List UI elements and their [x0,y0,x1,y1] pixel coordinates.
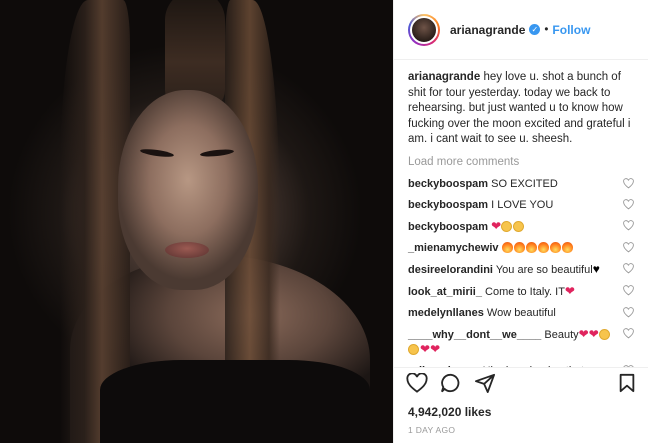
speech-bubble-icon [441,373,460,393]
comment-username[interactable]: beckyboospam [408,221,488,233]
verified-badge-icon: ✓ [529,24,541,35]
face-emoji-icon [598,328,610,340]
comment-row: beckyboospam ❤ [408,219,634,234]
comment-username[interactable]: ____why__dont__we____ [408,329,541,341]
comments-list[interactable]: arianagrande hey love u. shot a bunch of… [394,60,648,367]
red-heart-emoji-icon: ❤ [491,218,502,233]
red-heart-emoji-icon: ❤ [420,341,431,356]
comment-username[interactable]: look_at_mirii_ [408,286,482,298]
post-header: arianagrande ✓ • Follow [394,0,648,60]
fire-emoji-icon [561,241,573,253]
comment-text: I LOVE YOU [491,198,554,211]
face-emoji-icon [501,220,513,232]
bookmark-icon [619,373,635,393]
instagram-post: arianagrande ✓ • Follow arianagrande hey… [0,0,648,443]
face-emoji-icon [513,220,525,232]
comment-row: ____why__dont__we____ Beauty❤❤❤❤ [408,327,634,357]
comment-text: Wow beautiful [486,306,556,319]
comment-row: look_at_mirii_ Come to Italy. IT❤ [408,284,634,299]
comment-username[interactable]: medelynllanes [408,307,484,319]
photo-lips [165,242,209,258]
photo-top [100,360,370,443]
comment-like-heart-icon[interactable] [623,327,634,339]
heart-outline-icon [406,372,428,393]
avatar-image [410,15,438,44]
comment-username[interactable]: orliemulacruz [408,365,480,368]
fire-emoji-icon [549,241,561,253]
separator-dot: • [544,23,549,36]
red-heart-emoji-icon: ❤ [564,283,575,298]
like-count[interactable]: 4,942,020 likes [394,401,648,423]
comment-text: Beauty [544,328,579,341]
load-more-comments-button[interactable]: Load more comments [408,156,634,168]
comment-row: beckyboospam SO EXCITED [408,177,634,191]
username[interactable]: arianagrande [450,23,525,37]
avatar[interactable] [408,13,440,46]
comment-like-heart-icon[interactable] [623,198,634,210]
fire-emoji-icon [525,241,537,253]
face-emoji-icon [408,343,419,355]
share-arrow-icon [474,373,495,393]
comment-text: Come to Italy. IT [485,285,565,298]
comment-like-heart-icon[interactable] [623,262,634,274]
comment-username[interactable]: beckyboospam [408,178,488,190]
comment-like-heart-icon[interactable] [623,284,634,296]
comment-text: Hi ariana hoping that [483,365,585,368]
fire-emoji-icon [537,241,549,253]
fire-emoji-icon [513,241,525,253]
comment-row: orliemulacruz Hi ariana hoping that [408,364,634,368]
comment-username[interactable]: desireelorandini [408,264,493,276]
comment-like-heart-icon[interactable] [623,177,634,189]
save-button[interactable] [618,373,636,396]
comment-username[interactable]: _mienamychewiv [408,242,499,254]
comment-button[interactable] [440,373,462,396]
action-bar [394,367,648,401]
post-side-panel: arianagrande ✓ • Follow arianagrande hey… [393,0,648,443]
red-heart-emoji-icon: ❤ [588,326,599,341]
comment-row: desireelorandini You are so beautiful♥ [408,262,634,277]
photo-face [118,90,258,290]
red-heart-emoji-icon: ❤ [430,341,441,356]
comment-text: SO EXCITED [491,177,558,190]
black-heart-emoji-icon: ♥ [592,261,600,276]
comment-text: You are so beautiful [495,263,593,276]
comment-username[interactable]: beckyboospam [408,199,488,211]
red-heart-emoji-icon: ❤ [578,326,589,341]
comment-row: beckyboospam I LOVE YOU [408,198,634,212]
comment-row: medelynllanes Wow beautiful [408,306,634,320]
share-button[interactable] [474,373,496,396]
comment-like-heart-icon[interactable] [623,364,634,368]
comment-row: _mienamychewiv [408,241,634,255]
post-photo[interactable] [0,0,393,443]
caption-username[interactable]: arianagrande [408,71,480,83]
comment-like-heart-icon[interactable] [623,219,634,231]
like-button[interactable] [406,372,428,396]
comment-container: beckyboospam SO EXCITED beckyboospam I LO… [408,177,634,368]
fire-emoji-icon [501,241,513,253]
post-date: 1 DAY AGO [408,425,456,435]
post-caption: arianagrande hey love u. shot a bunch of… [408,70,634,148]
comment-like-heart-icon[interactable] [623,241,634,253]
comment-like-heart-icon[interactable] [623,306,634,318]
follow-button[interactable]: Follow [552,23,590,37]
